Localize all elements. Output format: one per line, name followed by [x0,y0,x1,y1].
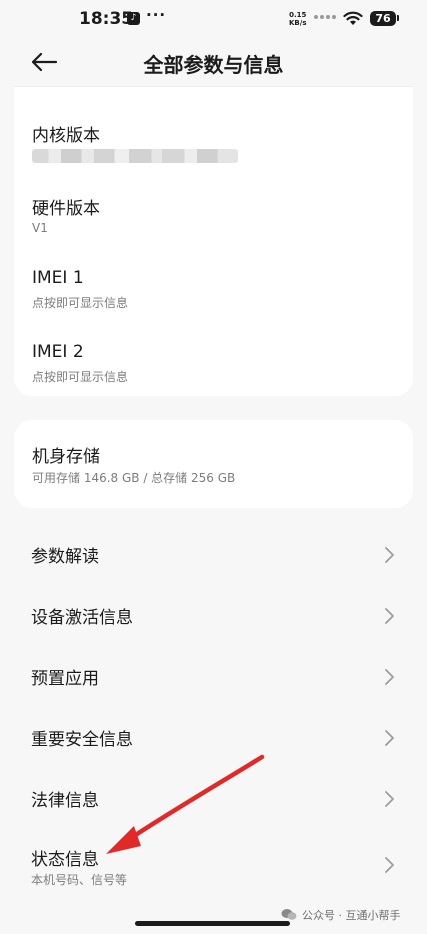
wechat-icon [281,909,297,920]
chevron-right-icon [385,608,394,624]
status-time: 18:35 [79,9,134,29]
storage-title: 机身存储 [32,447,100,467]
sim-icon [314,15,338,23]
menu-item-preinstalled-apps[interactable]: 预置应用 [0,646,427,707]
battery-icon: 76 [370,11,396,26]
wifi-icon [343,11,363,25]
imei1-hint: 点按即可显示信息 [32,296,129,310]
watermark-text: 公众号 · 互通小帮手 [302,909,401,922]
kernel-version-title: 内核版本 [32,126,100,146]
menu-item-parameter-interpretation[interactable]: 参数解读 [0,524,427,585]
menu-item-label: 重要安全信息 [31,730,133,750]
menu-item-label: 设备激活信息 [31,608,133,628]
menu-item-device-activation[interactable]: 设备激活信息 [0,585,427,646]
chevron-right-icon [385,857,394,873]
menu-item-label: 状态信息 [31,850,99,870]
net-speed-value: 0.15 [289,11,307,19]
chevron-right-icon [385,791,394,807]
imei1-title: IMEI 1 [32,268,84,288]
menu-item-legal-info[interactable]: 法律信息 [0,768,427,829]
imei2-title: IMEI 2 [32,342,84,362]
status-bar: 18:35 ♪ ··· 0.15 KB/s 76 [0,0,427,38]
tiktok-icon: ♪ [127,12,140,25]
info-card: 内核版本 硬件版本 V1 IMEI 1 点按即可显示信息 IMEI 2 点按即可… [14,86,413,396]
menu-item-status-info[interactable]: 状态信息 本机号码、信号等 [0,829,427,895]
net-speed: 0.15 KB/s [289,11,306,27]
chevron-right-icon [385,730,394,746]
chevron-right-icon [385,669,394,685]
battery-nub [397,15,399,21]
imei2-hint: 点按即可显示信息 [32,370,129,384]
kernel-version-blurred-value [32,149,238,163]
chevron-right-icon [385,547,394,563]
home-indicator[interactable] [135,921,290,926]
storage-value: 可用存储 146.8 GB / 总存储 256 GB [32,471,236,485]
menu-item-sublabel: 本机号码、信号等 [31,873,128,887]
hardware-version-value: V1 [32,221,48,235]
menu-item-label: 法律信息 [31,791,99,811]
storage-card[interactable]: 机身存储 可用存储 146.8 GB / 总存储 256 GB [14,420,413,508]
header: 全部参数与信息 [0,38,427,88]
hardware-version-title: 硬件版本 [32,199,100,219]
net-speed-unit: KB/s [289,19,307,27]
more-dots-icon: ··· [146,6,167,24]
page-title: 全部参数与信息 [143,53,284,77]
menu-item-label: 参数解读 [31,547,99,567]
menu-item-label: 预置应用 [31,669,99,689]
menu-item-safety-info[interactable]: 重要安全信息 [0,707,427,768]
